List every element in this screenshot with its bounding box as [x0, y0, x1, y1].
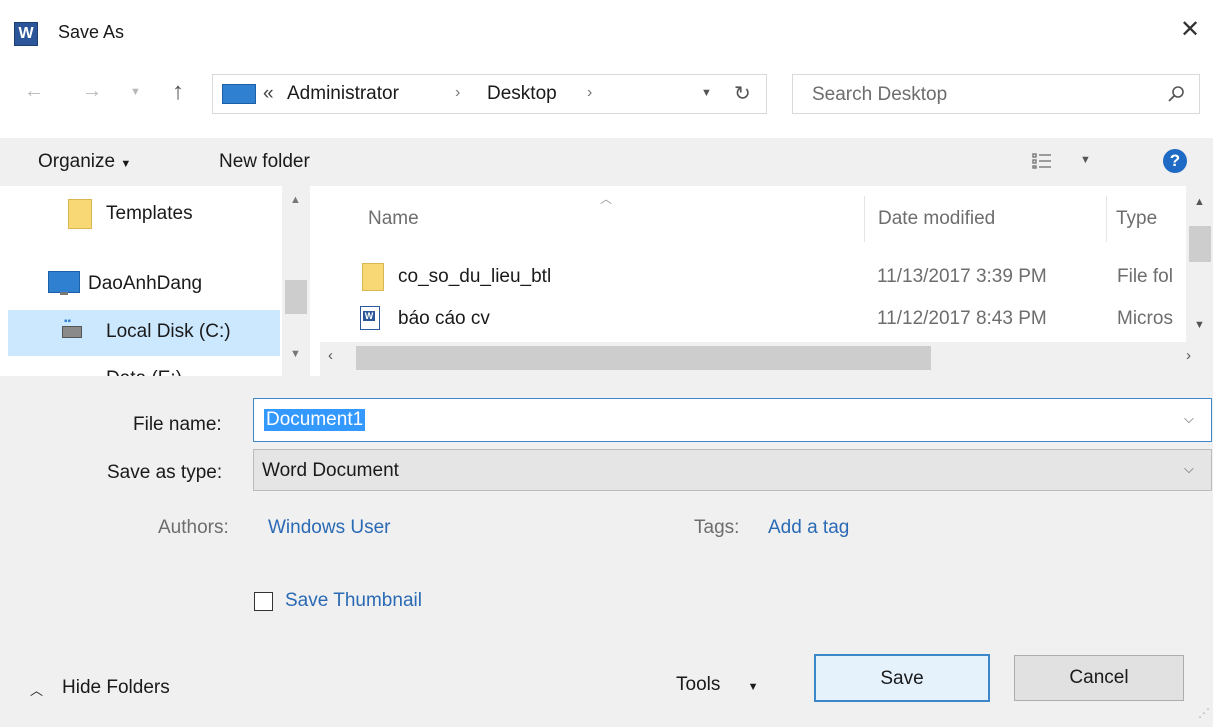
- authors-value[interactable]: Windows User: [268, 517, 390, 539]
- back-arrow-icon[interactable]: ←: [24, 80, 44, 103]
- breadcrumb-chevron-icon[interactable]: ›: [455, 84, 460, 102]
- command-toolbar: Organize ▼ New folder ▼ ?: [0, 138, 1213, 186]
- scroll-up-icon[interactable]: ▲: [1194, 196, 1205, 208]
- new-folder-button[interactable]: New folder: [219, 151, 310, 173]
- organize-label: Organize: [38, 151, 116, 172]
- column-header-date[interactable]: Date modified: [878, 208, 995, 230]
- chevron-down-icon: ▼: [120, 158, 132, 170]
- table-row[interactable]: W báo cáo cv 11/12/2017 8:43 PM Micros: [320, 302, 1186, 336]
- close-button[interactable]: ✕: [1178, 16, 1202, 43]
- hide-folders-button[interactable]: Hide Folders: [62, 677, 170, 699]
- nav-item-data-e[interactable]: Data (E:): [40, 361, 310, 376]
- nav-item-daoanhdang[interactable]: DaoAnhDang: [40, 266, 310, 306]
- sort-arrow-icon: ︿: [600, 192, 613, 206]
- nav-item-label: Templates: [106, 203, 193, 224]
- search-box[interactable]: Search Desktop: [792, 74, 1200, 114]
- window-title: Save As: [58, 22, 125, 42]
- organize-menu[interactable]: Organize ▼: [38, 151, 131, 173]
- scroll-down-icon[interactable]: ▼: [1194, 319, 1205, 331]
- add-tag-link[interactable]: Add a tag: [768, 517, 849, 539]
- folder-icon: [362, 263, 384, 291]
- file-name-input[interactable]: Document1: [264, 409, 366, 431]
- nav-item-label: DaoAnhDang: [88, 273, 203, 294]
- file-name: báo cáo cv: [398, 308, 490, 329]
- save-thumbnail-checkbox[interactable]: [254, 592, 273, 611]
- file-name-field[interactable]: Document1 ⌵: [253, 398, 1212, 442]
- search-input[interactable]: Search Desktop: [812, 84, 947, 106]
- navigation-pane: Templates DaoAnhDang ▪▪ Local Disk (C:) …: [0, 186, 310, 376]
- file-type: Micros: [1117, 308, 1173, 329]
- nav-item-label: Local Disk (C:): [106, 321, 231, 342]
- column-header-name[interactable]: Name: [368, 208, 419, 230]
- scroll-left-icon[interactable]: ‹: [328, 347, 333, 364]
- up-arrow-icon[interactable]: ↑: [172, 78, 184, 106]
- save-type-value: Word Document: [262, 460, 399, 481]
- address-bar[interactable]: « Administrator › Desktop › ▼ ↻: [212, 74, 767, 114]
- breadcrumb-chevron-icon[interactable]: ›: [587, 84, 592, 102]
- file-date: 11/12/2017 8:43 PM: [877, 308, 1047, 329]
- close-icon: ✕: [1179, 16, 1201, 43]
- search-icon[interactable]: [1167, 85, 1185, 103]
- save-thumbnail-label[interactable]: Save Thumbnail: [285, 590, 422, 612]
- word-app-icon: W: [14, 22, 38, 46]
- scroll-up-icon[interactable]: ▲: [290, 194, 301, 206]
- word-doc-icon: W: [360, 306, 380, 330]
- breadcrumb-desktop[interactable]: Desktop: [487, 83, 557, 105]
- nav-item-local-disk[interactable]: ▪▪ Local Disk (C:): [40, 314, 310, 354]
- nav-item-templates[interactable]: Templates: [10, 196, 280, 236]
- nav-item-label: Data (E:): [106, 368, 182, 376]
- recent-locations-icon[interactable]: ▼: [130, 86, 141, 98]
- horizontal-scroll-thumb[interactable]: [356, 346, 931, 370]
- save-button[interactable]: Save: [814, 654, 990, 702]
- authors-label: Authors:: [158, 517, 229, 538]
- save-type-select[interactable]: Word Document ⌵: [253, 449, 1212, 491]
- drive-icon: [62, 326, 82, 338]
- save-type-label: Save as type:: [107, 462, 223, 483]
- address-dropdown-icon[interactable]: ▼: [701, 87, 712, 99]
- tools-menu[interactable]: Tools ▼: [676, 674, 759, 696]
- forward-arrow-icon[interactable]: →: [82, 80, 102, 103]
- column-header-type[interactable]: Type: [1116, 208, 1157, 230]
- desktop-location-icon: [222, 84, 256, 104]
- file-name: co_so_du_lieu_btl: [398, 266, 552, 287]
- table-row[interactable]: co_so_du_lieu_btl 11/13/2017 3:39 PM Fil…: [320, 260, 1186, 294]
- collapse-chevron-icon[interactable]: ︿: [30, 680, 43, 699]
- scroll-down-icon[interactable]: ▼: [290, 348, 301, 360]
- view-dropdown-icon[interactable]: ▼: [1080, 154, 1091, 166]
- file-name-dropdown-icon[interactable]: ⌵: [1184, 411, 1194, 427]
- computer-icon: [48, 271, 80, 293]
- breadcrumb-administrator[interactable]: Administrator: [287, 83, 399, 105]
- help-icon[interactable]: ?: [1163, 149, 1187, 173]
- folder-icon: [68, 199, 92, 229]
- tools-label: Tools: [676, 674, 721, 695]
- view-options-icon[interactable]: [1032, 152, 1052, 170]
- save-options-panel: File name: Document1 ⌵ Save as type: Wor…: [0, 376, 1213, 727]
- tags-label: Tags:: [694, 517, 740, 538]
- nav-scrollbar[interactable]: ▲ ▼: [282, 186, 310, 376]
- file-list: ︿ Name Date modified Type co_so_du_lieu_…: [320, 186, 1213, 376]
- scroll-right-icon[interactable]: ›: [1186, 347, 1191, 364]
- resize-grip-icon[interactable]: ⋰: [1198, 706, 1210, 720]
- cancel-button[interactable]: Cancel: [1014, 655, 1184, 701]
- refresh-icon[interactable]: ↻: [734, 81, 751, 106]
- file-list-horizontal-scrollbar[interactable]: ‹ ›: [320, 342, 1213, 376]
- file-type: File fol: [1117, 266, 1173, 287]
- address-overflow[interactable]: «: [263, 83, 274, 105]
- chevron-down-icon: ⌵: [1184, 461, 1194, 476]
- nav-scroll-thumb[interactable]: [285, 280, 307, 314]
- file-name-label: File name:: [133, 414, 222, 435]
- file-date: 11/13/2017 3:39 PM: [877, 266, 1047, 287]
- chevron-down-icon: ▼: [747, 681, 759, 693]
- vertical-scroll-thumb[interactable]: [1189, 226, 1211, 262]
- file-list-vertical-scrollbar[interactable]: ▲ ▼: [1186, 186, 1213, 342]
